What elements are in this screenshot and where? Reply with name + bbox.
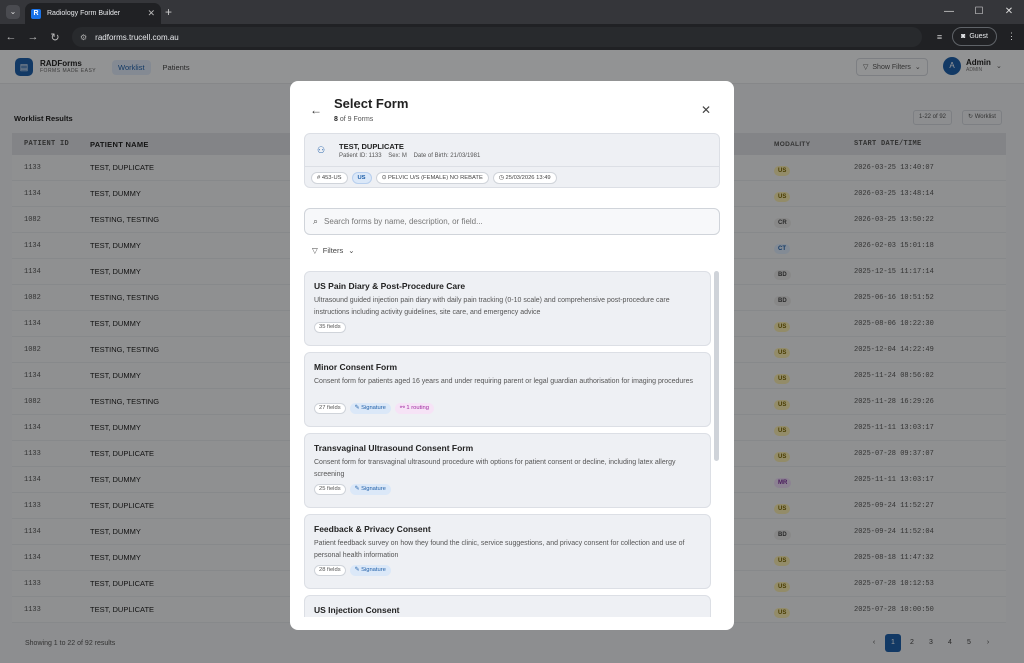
modal-subtitle: 8 of 9 Forms [334, 116, 373, 123]
tab-search-button[interactable]: ⌄ [6, 5, 20, 19]
minimize-icon[interactable]: — [934, 0, 964, 24]
form-description: Consent form for patients aged 16 years … [314, 378, 694, 385]
exam-label: PELVIC U/S (FEMALE) NO REBATE [388, 175, 483, 181]
new-tab-icon[interactable]: + [165, 5, 172, 19]
datetime-chip: ◷ 25/03/2026 13:49 [492, 172, 557, 184]
close-tab-icon[interactable]: ✕ [147, 8, 155, 19]
link-icon: ⚯ [399, 405, 405, 411]
form-list-scrollbar[interactable] [714, 271, 719, 461]
form-card[interactable]: Minor Consent Form Consent form for pati… [304, 352, 711, 427]
tab-bar: ⌄ R Radiology Form Builder ✕ + — ☐ ✕ [0, 0, 1024, 24]
modality-chip: US [351, 172, 372, 184]
accession-label: 453-US [321, 175, 342, 181]
form-card[interactable]: Feedback & Privacy Consent Patient feedb… [304, 514, 711, 589]
search-input[interactable] [324, 217, 705, 226]
accession-chip: # 453-US [311, 172, 348, 184]
browser-tab[interactable]: R Radiology Form Builder ✕ [25, 3, 161, 24]
routing-label: 1 routing [406, 405, 429, 411]
field-count-tag: 28 fields [314, 565, 346, 576]
filters-label: Filters [322, 246, 344, 255]
form-title: US Injection Consent [314, 605, 400, 615]
pen-icon: ✎ [354, 405, 360, 411]
browser-chrome: ⌄ R Radiology Form Builder ✕ + — ☐ ✕ ← →… [0, 0, 1024, 50]
form-title: Minor Consent Form [314, 362, 398, 372]
form-description: Ultrasound guided injection pain diary w… [314, 297, 670, 316]
address-bar[interactable]: ⚙ radforms.trucell.com.au [72, 27, 922, 47]
window-controls: — ☐ ✕ [934, 0, 1024, 24]
field-count-tag: 25 fields [314, 484, 346, 495]
form-title: Feedback & Privacy Consent [314, 524, 431, 534]
profile-icon: ◙ [961, 33, 966, 40]
forward-icon[interactable]: → [22, 31, 44, 43]
user-icon: ⚇ [317, 145, 326, 155]
signature-label: Signature [361, 405, 386, 411]
close-icon[interactable]: ✕ [701, 103, 711, 117]
signature-label: Signature [361, 567, 386, 573]
form-count-suffix: of 9 Forms [337, 116, 374, 123]
form-title: Transvaginal Ultrasound Consent Form [314, 443, 474, 453]
form-card[interactable]: US Pain Diary & Post-Procedure Care Ultr… [304, 271, 711, 346]
back-icon[interactable]: ← [0, 31, 22, 43]
datetime-label: 25/03/2026 13:49 [505, 175, 551, 181]
url-text: radforms.trucell.com.au [95, 32, 179, 42]
form-search: ⌕ [304, 208, 720, 235]
field-count-tag: 35 fields [314, 322, 346, 333]
tab-title: Radiology Form Builder [47, 10, 121, 17]
media-icon[interactable]: ≡ [937, 32, 942, 42]
maximize-icon[interactable]: ☐ [964, 0, 994, 24]
field-count-tag: 27 fields [314, 403, 346, 414]
pen-icon: ✎ [354, 486, 360, 492]
search-icon: ⌕ [313, 216, 319, 226]
signature-tag: ✎ Signature [349, 565, 391, 576]
chevron-down-icon: ⌄ [348, 246, 355, 255]
signature-tag: ✎ Signature [349, 484, 391, 495]
form-title: US Pain Diary & Post-Procedure Care [314, 281, 466, 291]
browser-toolbar: ← → ↻ ⚙ radforms.trucell.com.au ≡ ◙ Gues… [0, 24, 1024, 50]
favicon-icon: R [31, 8, 41, 19]
routing-tag: ⚯ 1 routing [394, 403, 434, 414]
form-card[interactable]: Transvaginal Ultrasound Consent Form Con… [304, 433, 711, 508]
site-info-icon[interactable]: ⚙ [80, 33, 87, 42]
modal-title: Select Form [334, 96, 409, 111]
patient-name: TEST, DUPLICATE [339, 142, 404, 151]
signature-label: Signature [361, 486, 386, 492]
close-window-icon[interactable]: ✕ [994, 0, 1024, 24]
reload-icon[interactable]: ↻ [44, 31, 66, 44]
menu-icon[interactable]: ⋮ [1007, 31, 1016, 42]
patient-details: Patient ID: 1133 Sex: M Date of Birth: 2… [339, 153, 481, 159]
form-card[interactable]: US Injection Consent [304, 595, 711, 617]
patient-card: ⚇ TEST, DUPLICATE Patient ID: 1133 Sex: … [304, 133, 720, 188]
pen-icon: ✎ [354, 567, 360, 573]
profile-label: Guest [969, 33, 988, 40]
filters-toggle[interactable]: ▽ Filters ⌄ [312, 246, 355, 255]
filter-icon: ▽ [312, 246, 318, 255]
select-form-modal: ← Select Form 8 of 9 Forms ✕ ⚇ TEST, DUP… [290, 81, 734, 630]
signature-tag: ✎ Signature [349, 403, 391, 414]
back-arrow-icon[interactable]: ← [310, 103, 322, 117]
profile-button[interactable]: ◙ Guest [952, 27, 997, 46]
form-description: Consent form for transvaginal ultrasound… [314, 459, 676, 478]
form-description: Patient feedback survey on how they foun… [314, 540, 685, 559]
exam-chip: ⊙ PELVIC U/S (FEMALE) NO REBATE [375, 172, 489, 184]
form-list: US Pain Diary & Post-Procedure Care Ultr… [304, 271, 711, 617]
